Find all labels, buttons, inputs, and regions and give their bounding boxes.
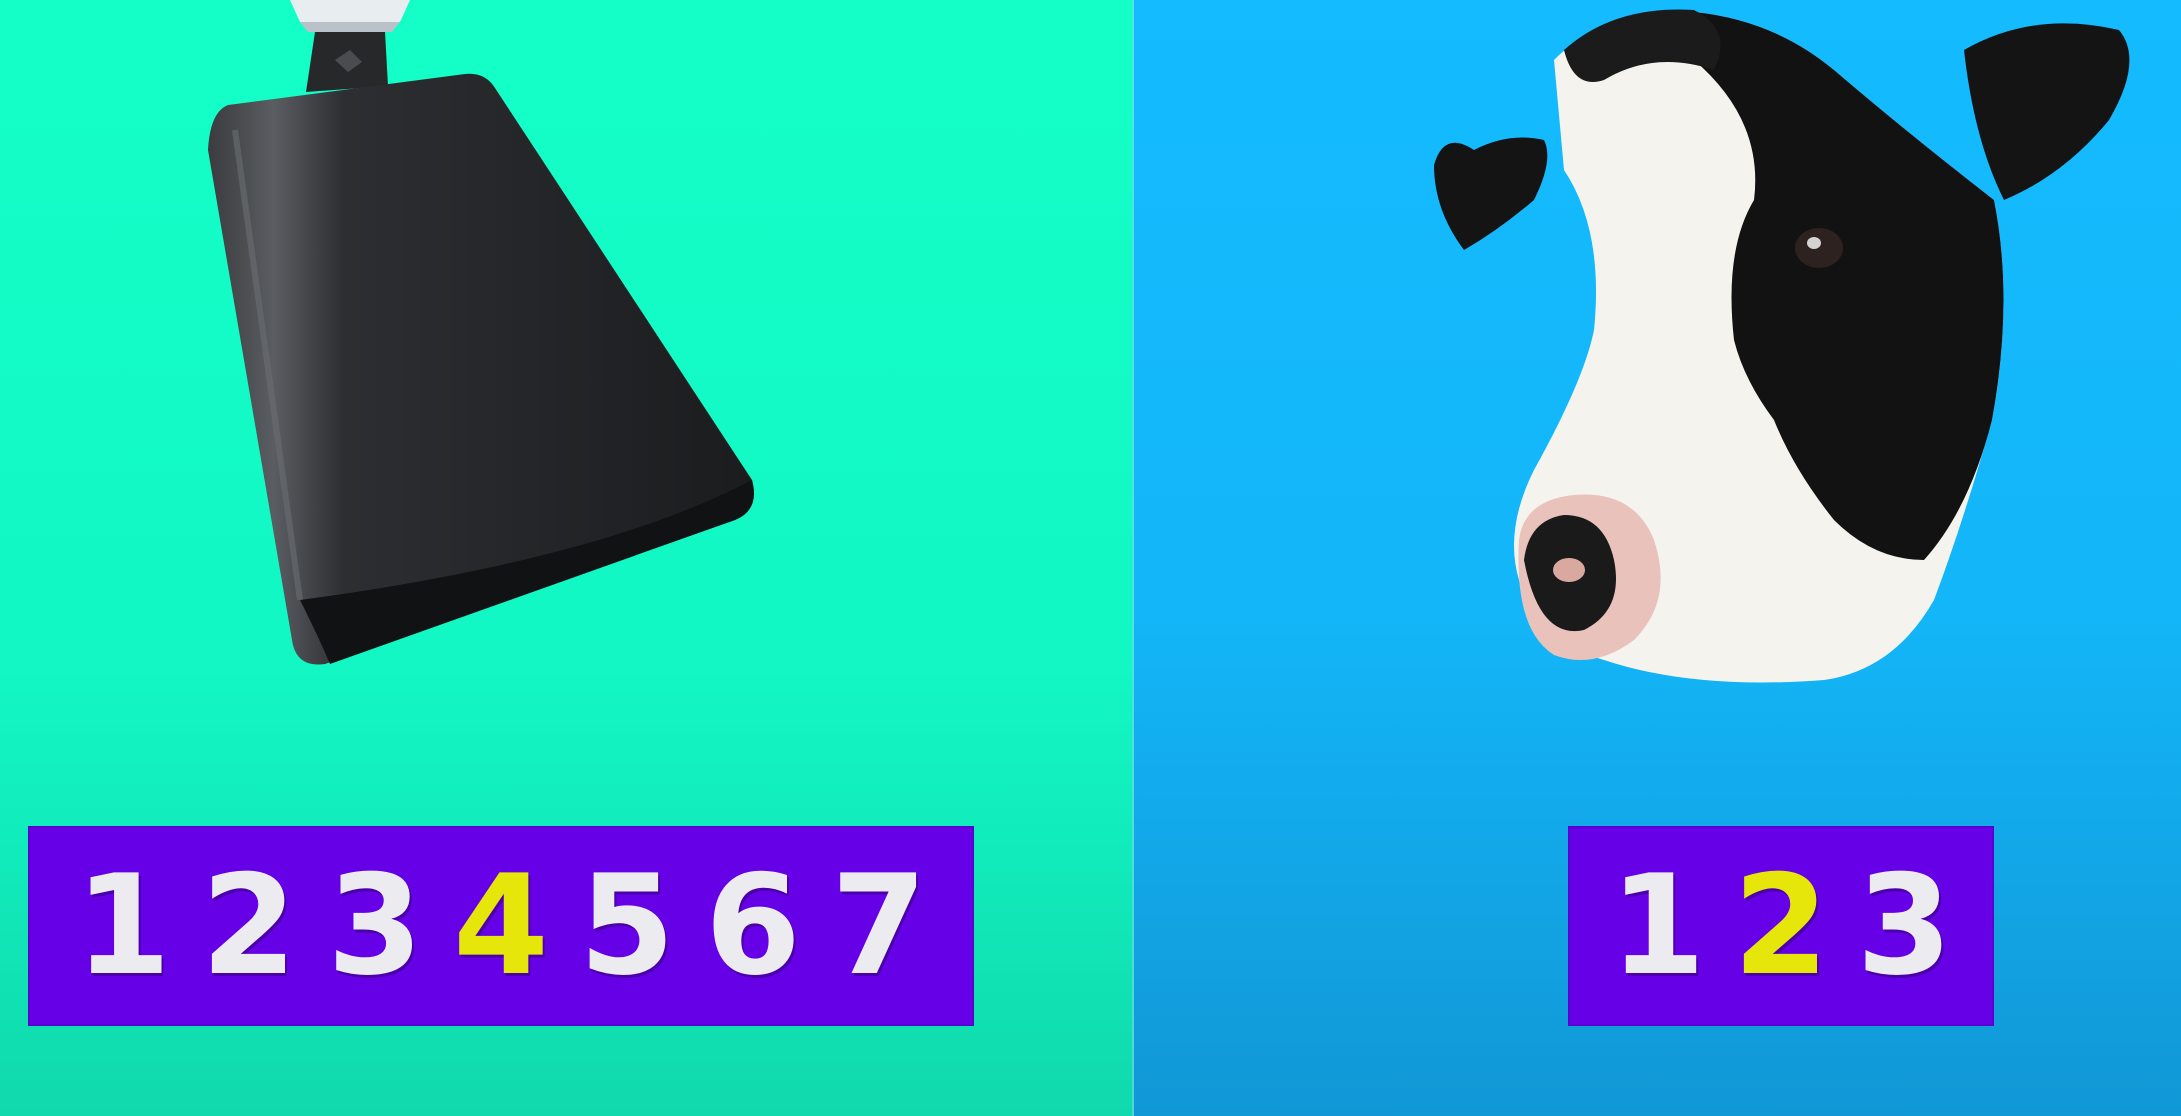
right-panel: 1 2 3 xyxy=(1134,0,2181,1116)
beat-digit: 7 xyxy=(830,845,928,1006)
beat-digit: 3 xyxy=(326,845,424,1006)
beat-digit: 3 xyxy=(1856,845,1953,1006)
beat-digit-highlighted: 4 xyxy=(452,845,550,1006)
beat-digit: 2 xyxy=(200,845,298,1006)
beat-digit: 6 xyxy=(704,845,802,1006)
beat-digit-highlighted: 2 xyxy=(1732,845,1829,1006)
bell-beat-counter: 1 2 3 4 5 6 7 xyxy=(28,826,974,1026)
beat-digit: 1 xyxy=(74,845,172,1006)
left-panel: 1 2 3 4 5 6 7 xyxy=(0,0,1134,1116)
beat-digit: 1 xyxy=(1609,845,1706,1006)
cow-beat-counter: 1 2 3 xyxy=(1568,826,1994,1026)
beat-digit: 5 xyxy=(578,845,676,1006)
